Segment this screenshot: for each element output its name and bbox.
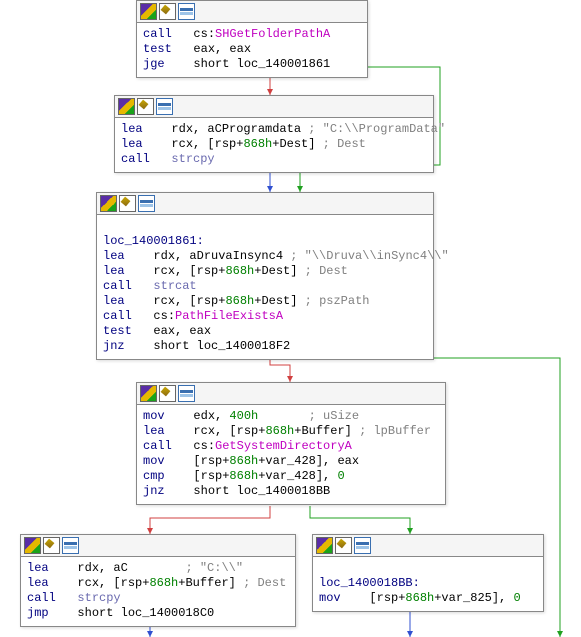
edit-icon	[43, 537, 60, 554]
block-n2[interactable]: lea rdx, aCProgramdata ; "C:\\ProgramDat…	[114, 95, 434, 173]
block-n3[interactable]: loc_140001861: lea rdx, aDruvaInsync4 ; …	[96, 192, 434, 360]
color-icon	[118, 98, 135, 115]
color-icon	[140, 385, 157, 402]
label: loc_140001861:	[103, 234, 204, 248]
list-icon	[178, 385, 195, 402]
block-body: lea rdx, aC ; "C:\\" lea rcx, [rsp+868h+…	[21, 557, 295, 626]
block-header	[137, 1, 367, 23]
list-icon	[62, 537, 79, 554]
edit-icon	[159, 3, 176, 20]
block-body: mov edx, 400h ; uSize lea rcx, [rsp+868h…	[137, 405, 445, 504]
block-body: loc_1400018BB: mov [rsp+868h+var_825], 0	[313, 557, 543, 611]
edit-icon	[159, 385, 176, 402]
block-body: call cs:SHGetFolderPathA test eax, eax j…	[137, 23, 367, 77]
block-body: loc_140001861: lea rdx, aDruvaInsync4 ; …	[97, 215, 433, 359]
color-icon	[316, 537, 333, 554]
color-icon	[100, 195, 117, 212]
list-icon	[138, 195, 155, 212]
block-n4[interactable]: mov edx, 400h ; uSize lea rcx, [rsp+868h…	[136, 382, 446, 505]
block-header	[137, 383, 445, 405]
block-n5[interactable]: lea rdx, aC ; "C:\\" lea rcx, [rsp+868h+…	[20, 534, 296, 627]
label: loc_1400018BB:	[319, 576, 420, 590]
block-n1[interactable]: call cs:SHGetFolderPathA test eax, eax j…	[136, 0, 368, 78]
block-body: lea rdx, aCProgramdata ; "C:\\ProgramDat…	[115, 118, 433, 172]
list-icon	[156, 98, 173, 115]
edit-icon	[335, 537, 352, 554]
edit-icon	[137, 98, 154, 115]
block-header	[97, 193, 433, 215]
color-icon	[140, 3, 157, 20]
list-icon	[178, 3, 195, 20]
block-n6[interactable]: loc_1400018BB: mov [rsp+868h+var_825], 0	[312, 534, 544, 612]
list-icon	[354, 537, 371, 554]
block-header	[115, 96, 433, 118]
edit-icon	[119, 195, 136, 212]
block-header	[313, 535, 543, 557]
block-header	[21, 535, 295, 557]
color-icon	[24, 537, 41, 554]
